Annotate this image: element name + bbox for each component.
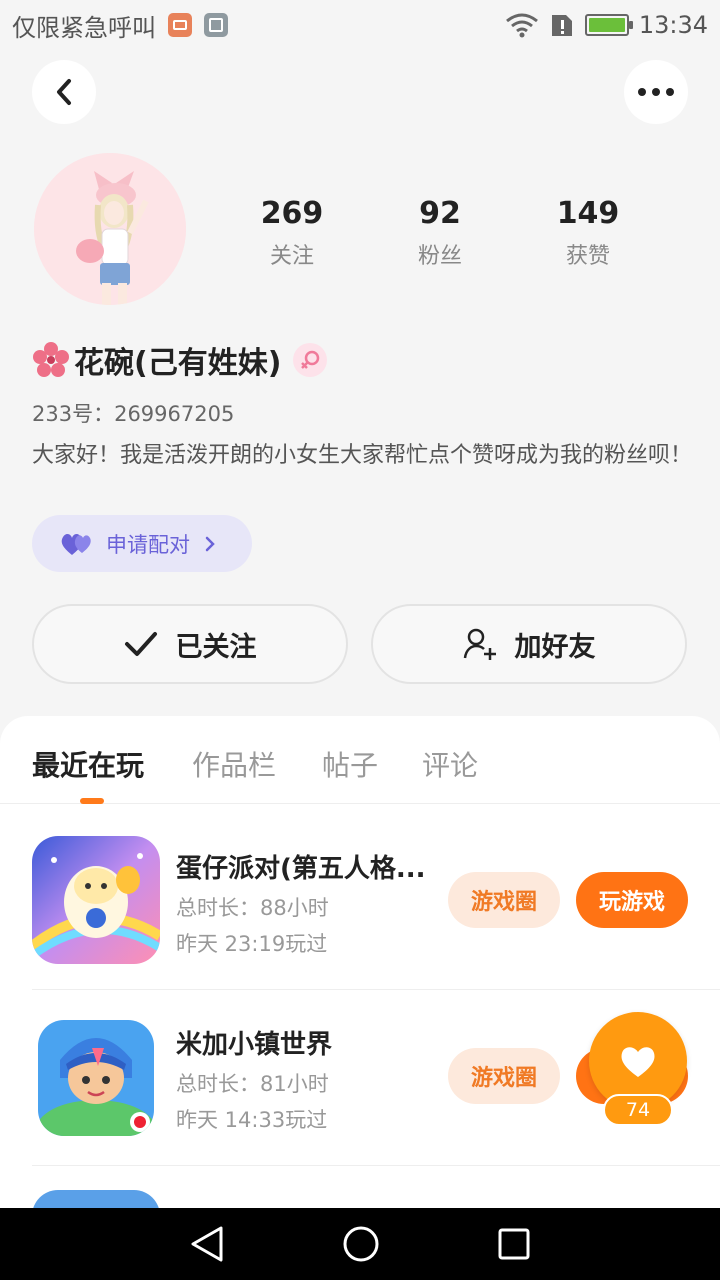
double-heart-icon (61, 533, 91, 555)
nav-recents-icon[interactable] (497, 1227, 531, 1261)
pair-label: 申请配对 (106, 532, 190, 557)
stat-fans[interactable]: 92 粉丝 (366, 196, 514, 270)
flower-badge-icon (33, 342, 69, 377)
stat-label: 获赞 (565, 244, 610, 269)
system-nav-bar (0, 1208, 720, 1280)
user-id: 233号：269967205 (32, 402, 235, 426)
battery-icon (584, 14, 633, 36)
game-last-played: 昨天 23:19玩过 (176, 932, 328, 956)
mail-notification-icon (168, 13, 192, 37)
game-last-played: 昨天 14:33玩过 (176, 1108, 328, 1132)
username-row: 花碗(己有姓妹) (32, 340, 328, 381)
add-user-icon (463, 628, 496, 660)
back-button[interactable] (32, 60, 96, 124)
wifi-icon (505, 13, 538, 38)
stat-likes[interactable]: 149 获赞 (514, 196, 662, 270)
bio-text: 大家好！我是活泼开朗的小女生大家帮忙点个赞呀成为我的粉丝呗！ (32, 443, 693, 468)
avatar-character-image (34, 153, 186, 305)
content-panel: 最近在玩 作品栏 帖子 评论 蛋仔派对(第五人格... 总时长：88小时 昨天 … (0, 716, 720, 1208)
chevron-right-icon (205, 536, 215, 551)
stat-following[interactable]: 269 关注 (218, 196, 366, 270)
active-tab-indicator (80, 798, 104, 804)
status-bar: 仅限紧急呼叫 13:34 (0, 0, 720, 50)
profile-stats: 269 关注 92 粉丝 149 获赞 (218, 196, 662, 270)
clock: 13:34 (638, 11, 708, 39)
stat-value: 269 (260, 196, 324, 231)
row-divider (32, 1165, 720, 1166)
add-friend-button[interactable]: 加好友 (371, 604, 687, 684)
check-icon (124, 632, 157, 656)
carrier-text: 仅限紧急呼叫 (12, 13, 156, 42)
game-icon-partial[interactable] (32, 1190, 160, 1208)
avatar[interactable] (34, 153, 186, 305)
more-options-button[interactable] (624, 60, 688, 124)
female-gender-icon (293, 343, 328, 377)
stat-label: 关注 (269, 244, 314, 269)
game-row[interactable]: 蛋仔派对(第五人格... 总时长：88小时 昨天 23:19玩过 游戏圈 玩游戏 (32, 814, 720, 990)
game-duration: 总时长：88小时 (176, 896, 329, 920)
tab-recently-played[interactable]: 最近在玩 (32, 744, 144, 784)
game-circle-button[interactable]: 游戏圈 (448, 872, 560, 928)
game-icon-miga-town[interactable] (38, 1020, 154, 1136)
game-title: 米加小镇世界 (176, 1030, 333, 1060)
game-duration: 总时长：81小时 (176, 1072, 329, 1096)
apply-pairing-button[interactable]: 申请配对 (32, 515, 252, 572)
tab-comments[interactable]: 评论 (422, 744, 478, 784)
game-row[interactable]: 米加小镇世界 总时长：81小时 昨天 14:33玩过 游戏圈 玩游戏 (32, 990, 720, 1166)
more-dots-icon (638, 88, 674, 96)
followed-button[interactable]: 已关注 (32, 604, 348, 684)
play-game-button[interactable]: 玩游戏 (576, 872, 688, 928)
stat-value: 92 (419, 196, 461, 231)
stat-label: 粉丝 (417, 244, 462, 269)
nav-home-icon[interactable] (342, 1225, 380, 1263)
game-icon-eggy-party[interactable] (32, 836, 160, 964)
profile-tabs: 最近在玩 作品栏 帖子 评论 (0, 716, 720, 804)
game-title: 蛋仔派对(第五人格... (176, 854, 426, 884)
username: 花碗(己有姓妹) (74, 346, 282, 381)
heart-icon (621, 1047, 655, 1077)
sim-alert-icon (551, 15, 572, 36)
followed-label: 已关注 (175, 631, 257, 663)
add-friend-label: 加好友 (514, 631, 596, 663)
tab-works[interactable]: 作品栏 (192, 744, 276, 784)
game-circle-button[interactable]: 游戏圈 (448, 1048, 560, 1104)
back-arrow-icon (57, 79, 71, 105)
like-count-badge: 74 (603, 1094, 673, 1126)
stat-value: 149 (556, 196, 620, 231)
tab-posts[interactable]: 帖子 (322, 744, 378, 784)
nav-back-icon[interactable] (189, 1224, 225, 1264)
image-notification-icon (204, 13, 228, 37)
